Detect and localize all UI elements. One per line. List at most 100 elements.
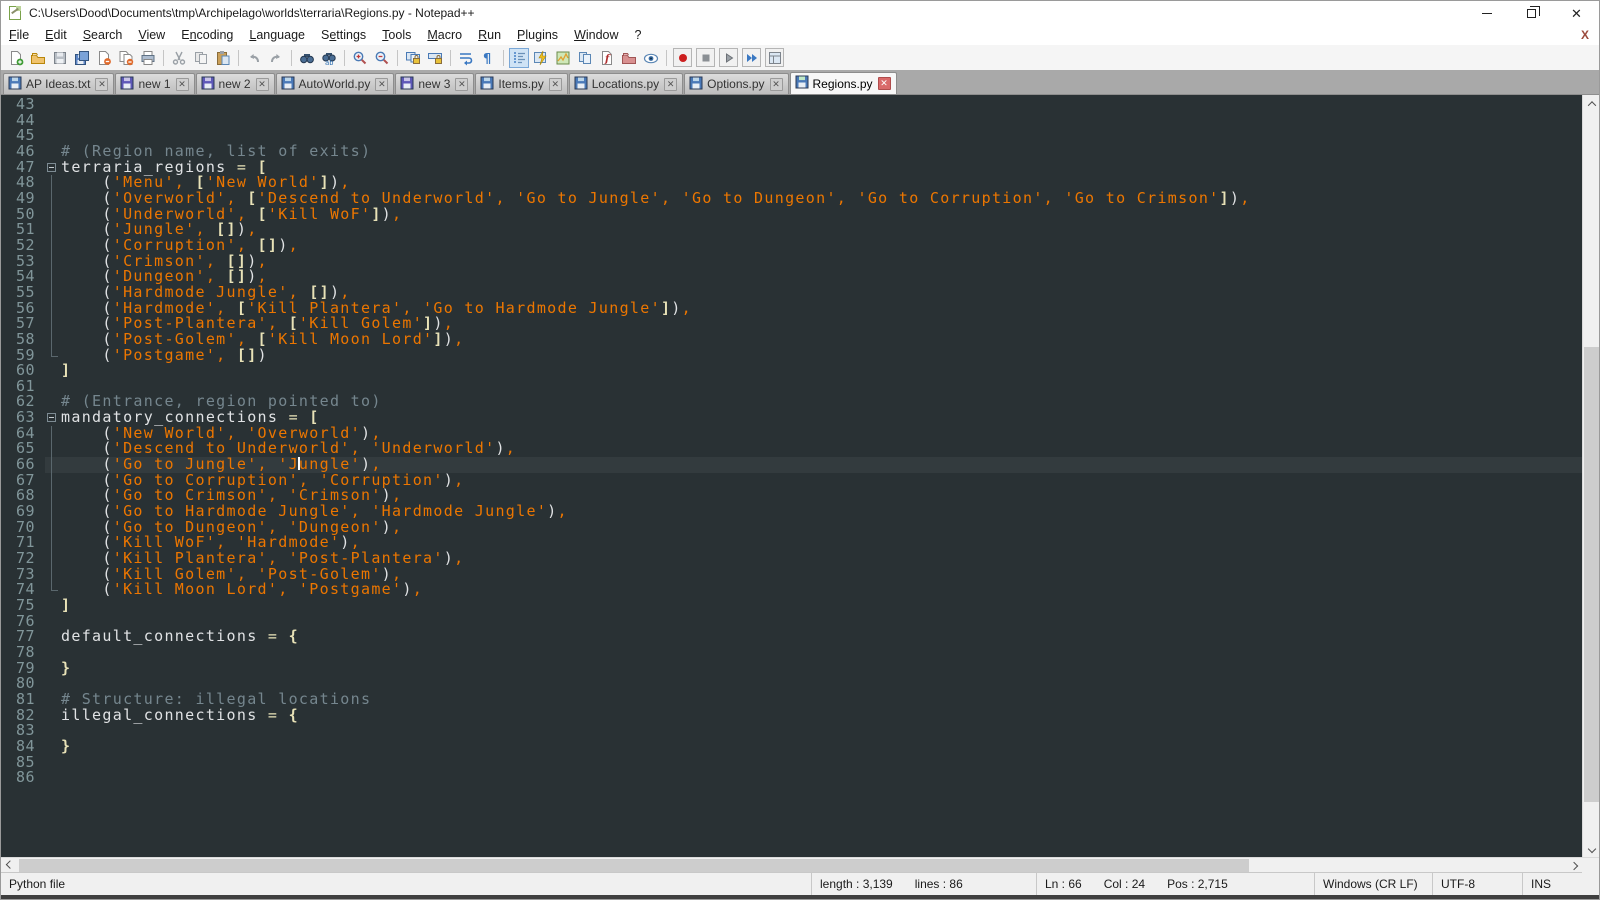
fold-collapse-icon[interactable] xyxy=(47,413,56,422)
menu-item-encoding[interactable]: Encoding xyxy=(173,26,241,44)
menu-item-file[interactable]: File xyxy=(1,26,37,44)
code-line[interactable]: 82illegal_connections = { xyxy=(1,708,1582,724)
tab-close-icon[interactable]: ✕ xyxy=(256,78,269,91)
tab-close-icon[interactable]: ✕ xyxy=(878,77,891,90)
toolbar-separator xyxy=(344,50,345,66)
save-icon[interactable] xyxy=(50,48,70,68)
new-file-icon[interactable] xyxy=(6,48,26,68)
paste-icon[interactable] xyxy=(213,48,233,68)
code-line[interactable]: 79} xyxy=(1,661,1582,677)
fold-margin xyxy=(45,770,61,786)
menu-item-settings[interactable]: Settings xyxy=(313,26,374,44)
code-line[interactable]: 60] xyxy=(1,363,1582,379)
menu-item-search[interactable]: Search xyxy=(75,26,131,44)
horizontal-scroll-thumb[interactable] xyxy=(19,859,1249,872)
scroll-right-icon[interactable] xyxy=(1565,858,1582,873)
tab-close-icon[interactable]: ✕ xyxy=(664,78,677,91)
sync-scroll-vertical-icon[interactable] xyxy=(403,48,423,68)
show-all-characters-icon[interactable]: ¶ xyxy=(478,48,498,68)
replace-icon[interactable]: ab xyxy=(319,48,339,68)
document-list-icon[interactable] xyxy=(575,48,595,68)
document-map-icon[interactable] xyxy=(553,48,573,68)
fold-margin xyxy=(45,191,61,207)
menu-item-window[interactable]: Window xyxy=(566,26,626,44)
code-line[interactable]: 44 xyxy=(1,113,1582,129)
horizontal-scrollbar[interactable] xyxy=(1,857,1599,872)
macro-run-multiple-icon[interactable] xyxy=(742,48,761,67)
restore-button[interactable] xyxy=(1509,1,1554,25)
tab-new-3[interactable]: new 3✕ xyxy=(395,73,474,94)
code-line[interactable]: 78 xyxy=(1,645,1582,661)
scroll-up-icon[interactable] xyxy=(1583,95,1599,112)
code-line[interactable]: 75] xyxy=(1,598,1582,614)
fold-collapse-icon[interactable] xyxy=(47,163,56,172)
cut-icon[interactable] xyxy=(169,48,189,68)
save-all-icon[interactable] xyxy=(72,48,92,68)
sync-scroll-horizontal-icon[interactable] xyxy=(425,48,445,68)
tab-close-icon[interactable]: ✕ xyxy=(549,78,562,91)
menu-item-language[interactable]: Language xyxy=(241,26,313,44)
tab-close-icon[interactable]: ✕ xyxy=(375,78,388,91)
zoom-out-icon[interactable] xyxy=(372,48,392,68)
tab-close-icon[interactable]: ✕ xyxy=(770,78,783,91)
tab-ap-ideas-txt[interactable]: AP Ideas.txt✕ xyxy=(3,73,114,94)
tab-regions-py[interactable]: Regions.py✕ xyxy=(790,72,897,94)
function-list-icon[interactable]: f xyxy=(597,48,617,68)
macro-record-icon[interactable] xyxy=(673,48,692,67)
code-line[interactable]: 85 xyxy=(1,755,1582,771)
word-wrap-icon[interactable] xyxy=(456,48,476,68)
fold-margin xyxy=(45,363,61,379)
macro-play-icon[interactable] xyxy=(719,48,738,67)
folder-as-workspace-icon[interactable] xyxy=(619,48,639,68)
floppy-blue-icon xyxy=(574,76,588,93)
tab-items-py[interactable]: Items.py✕ xyxy=(475,73,567,94)
code-line[interactable]: 86 xyxy=(1,770,1582,786)
print-icon[interactable] xyxy=(138,48,158,68)
close-button[interactable]: ✕ xyxy=(1554,1,1599,25)
code-line[interactable]: 74 ('Kill Moon Lord', 'Postgame'), xyxy=(1,582,1582,598)
tab-autoworld-py[interactable]: AutoWorld.py✕ xyxy=(276,73,395,94)
undo-icon[interactable] xyxy=(244,48,264,68)
menu-item-view[interactable]: View xyxy=(130,26,173,44)
fold-margin xyxy=(45,473,61,489)
macro-save-icon[interactable] xyxy=(765,48,784,67)
menu-item-plugins[interactable]: Plugins xyxy=(509,26,566,44)
code-line[interactable]: 83 xyxy=(1,723,1582,739)
scroll-down-icon[interactable] xyxy=(1583,840,1599,857)
macro-stop-icon[interactable] xyxy=(696,48,715,67)
code-area[interactable]: 43444546# (Region name, list of exits)47… xyxy=(1,95,1582,857)
code-line[interactable]: 43 xyxy=(1,97,1582,113)
close-all-documents-icon[interactable] xyxy=(116,48,136,68)
vertical-scrollbar[interactable] xyxy=(1582,95,1599,857)
vertical-scroll-thumb[interactable] xyxy=(1584,347,1599,802)
scroll-left-icon[interactable] xyxy=(1,858,18,873)
tab-new-2[interactable]: new 2✕ xyxy=(196,73,275,94)
menu-item-tools[interactable]: Tools xyxy=(374,26,419,44)
tab-label: Locations.py xyxy=(592,77,659,91)
tab-new-1[interactable]: new 1✕ xyxy=(115,73,194,94)
minimize-button[interactable] xyxy=(1464,1,1509,25)
menu-item-[interactable]: ? xyxy=(627,26,650,44)
tab-close-icon[interactable]: ✕ xyxy=(176,78,189,91)
tab-options-py[interactable]: Options.py✕ xyxy=(684,73,788,94)
code-line[interactable]: 84} xyxy=(1,739,1582,755)
open-folder-icon[interactable] xyxy=(28,48,48,68)
tab-close-icon[interactable]: ✕ xyxy=(95,78,108,91)
function-completion-icon[interactable] xyxy=(531,48,551,68)
redo-icon[interactable] xyxy=(266,48,286,68)
toolbar-separator xyxy=(163,50,164,66)
zoom-in-icon[interactable] xyxy=(350,48,370,68)
close-document-icon[interactable] xyxy=(94,48,114,68)
menu-item-edit[interactable]: Edit xyxy=(37,26,75,44)
find-icon[interactable] xyxy=(297,48,317,68)
menu-item-macro[interactable]: Macro xyxy=(419,26,470,44)
show-indent-guide-icon[interactable] xyxy=(509,48,529,68)
code-line[interactable]: 77default_connections = { xyxy=(1,629,1582,645)
tab-close-icon[interactable]: ✕ xyxy=(455,78,468,91)
menubar-close-icon[interactable]: X xyxy=(1571,28,1599,42)
code-line[interactable]: 59 ('Postgame', []) xyxy=(1,348,1582,364)
monitoring-icon[interactable] xyxy=(641,48,661,68)
menu-item-run[interactable]: Run xyxy=(470,26,509,44)
copy-icon[interactable] xyxy=(191,48,211,68)
tab-locations-py[interactable]: Locations.py ✕ xyxy=(569,73,683,94)
